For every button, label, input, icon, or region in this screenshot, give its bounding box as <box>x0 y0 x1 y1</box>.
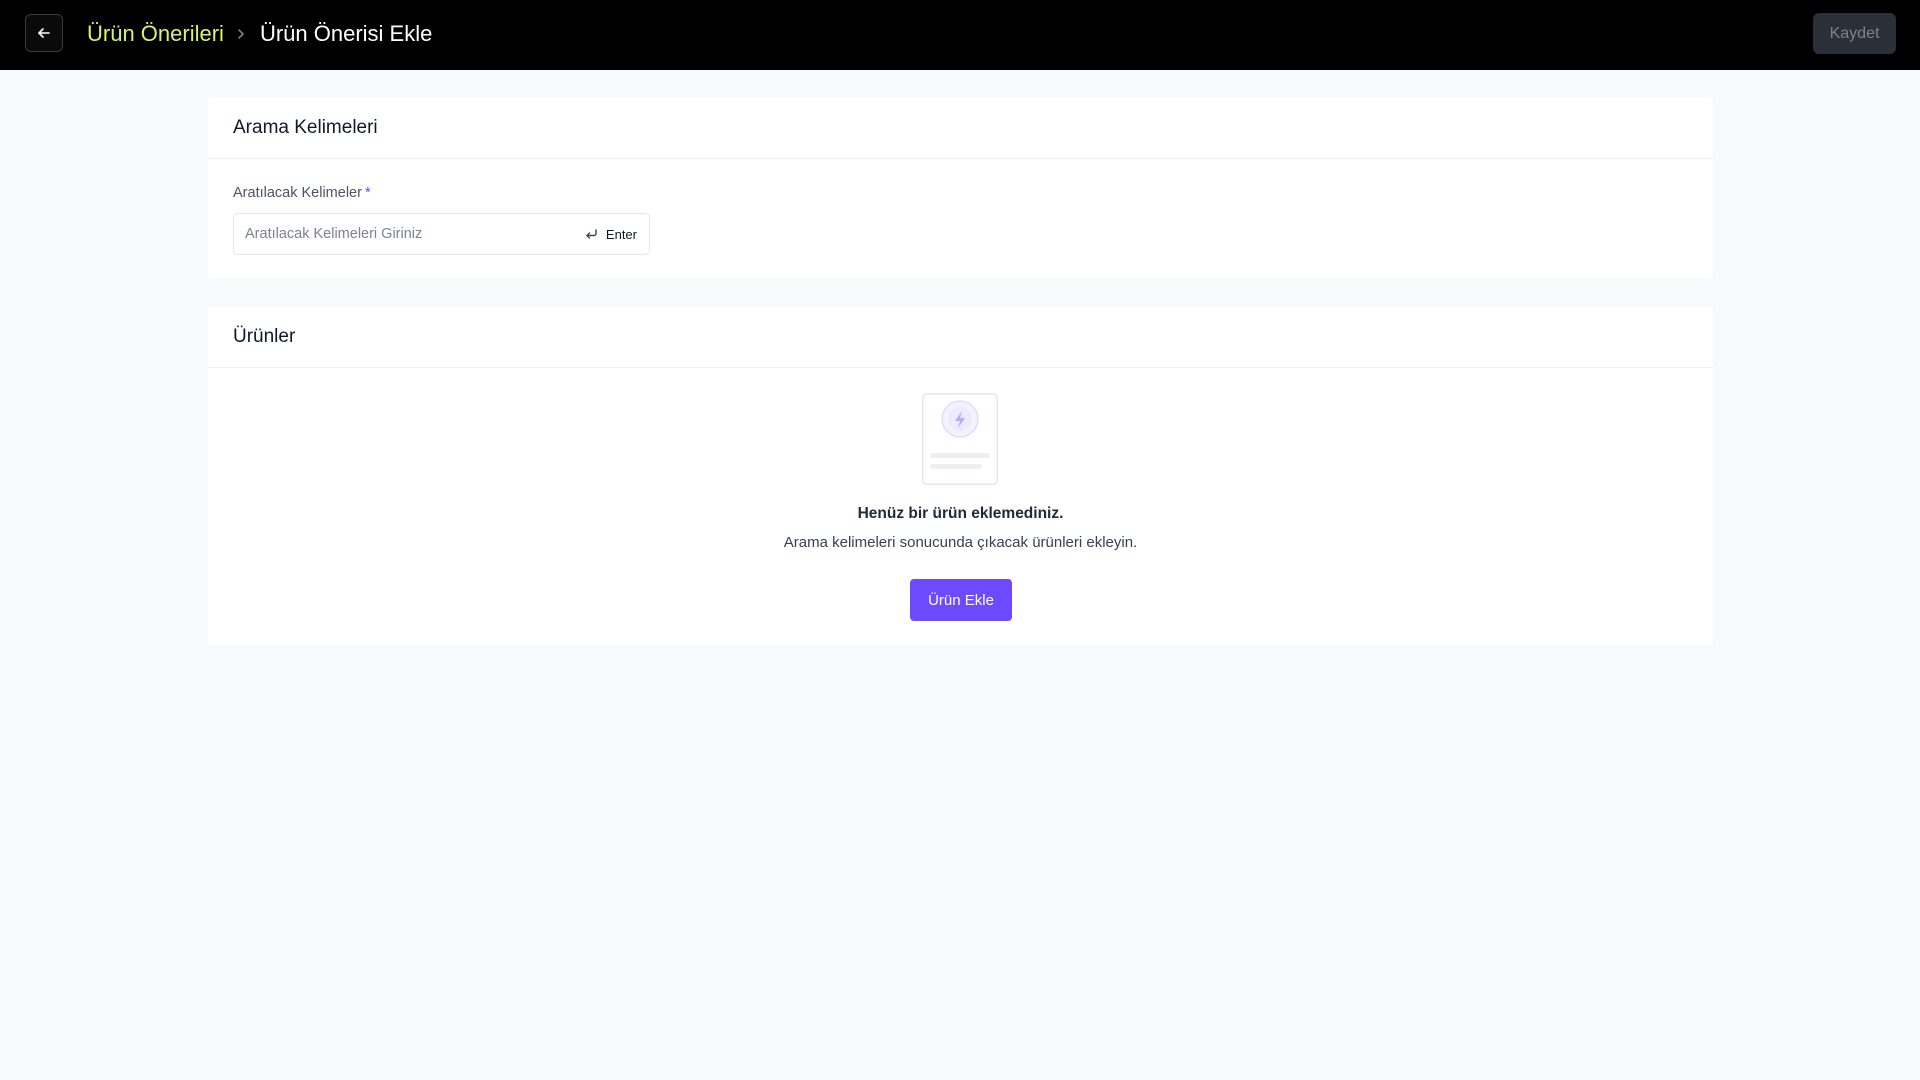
breadcrumb: Ürün Önerileri Ürün Önerisi Ekle <box>87 19 432 49</box>
arrow-left-icon <box>36 25 52 41</box>
top-bar: Ürün Önerileri Ürün Önerisi Ekle Kaydet <box>0 0 1920 70</box>
empty-state-subtitle: Arama kelimeleri sonucunda çıkacak ürünl… <box>783 534 1138 551</box>
back-button[interactable] <box>25 14 63 52</box>
keywords-card-header: Arama Kelimeleri <box>208 97 1713 159</box>
add-product-button[interactable]: Ürün Ekle <box>910 579 1012 621</box>
keywords-field-label-text: Aratılacak Kelimeler <box>233 185 362 201</box>
breadcrumb-parent-link[interactable]: Ürün Önerileri <box>87 21 224 47</box>
products-card-header: Ürünler <box>208 306 1713 368</box>
keywords-section-title: Arama Kelimeleri <box>233 116 378 138</box>
enter-hint: Enter <box>584 214 637 254</box>
keywords-input-container: Enter <box>233 213 650 255</box>
products-section-title: Ürünler <box>233 325 296 347</box>
enter-hint-label: Enter <box>605 226 637 242</box>
empty-document-icon <box>922 393 998 485</box>
keywords-field-label: Aratılacak Kelimeler * <box>233 185 371 201</box>
required-marker: * <box>364 185 371 201</box>
products-card: Ürünler Henüz bir ürün eklemediniz. Aram… <box>208 306 1713 646</box>
keywords-input[interactable] <box>234 214 564 254</box>
empty-state-title: Henüz bir ürün eklemediniz. <box>857 505 1064 522</box>
save-button[interactable]: Kaydet <box>1813 13 1896 54</box>
enter-return-icon <box>584 227 598 241</box>
page-title: Ürün Önerisi Ekle <box>259 21 433 46</box>
keywords-card: Arama Kelimeleri Aratılacak Kelimeler* E… <box>208 97 1713 279</box>
chevron-right-icon <box>236 28 246 40</box>
